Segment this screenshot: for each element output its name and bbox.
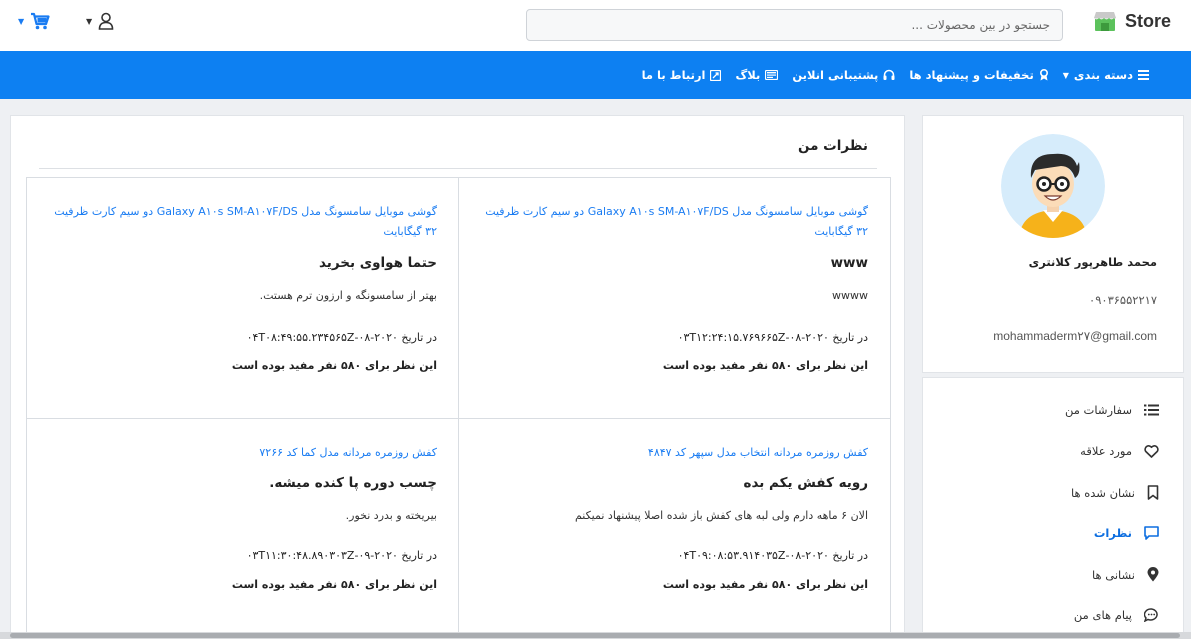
nav-item-contact[interactable]: ارتباط با ما [642, 68, 722, 82]
reviews-panel: نظرات من گوشی موبایل سامسونگ مدل Galaxy … [10, 115, 905, 639]
review-product-link[interactable]: کفش روزمره مردانه مدل کما کد ۷۲۶۶ [47, 443, 437, 463]
nav-item-label: ارتباط با ما [641, 68, 706, 82]
comment-icon [1144, 526, 1159, 540]
reviews-grid: گوشی موبایل سامسونگ مدل Galaxy A۱۰s SM-A… [26, 177, 891, 639]
sidebar-item-bookmarks[interactable]: نشان شده ها [1071, 485, 1159, 500]
cart-button[interactable]: ▼ [18, 12, 50, 30]
profile-phone: ۰۹۰۳۶۵۵۲۲۱۷ [1089, 293, 1157, 307]
review-date: در تاریخ ۲۰۲۰-۰۸-۰۴T۰۹:۰۸:۵۳.۹۱۴۰۳۵Z [677, 549, 868, 562]
review-product-link[interactable]: گوشی موبایل سامسونگ مدل Galaxy A۱۰s SM-A… [478, 202, 868, 242]
divider [39, 168, 877, 169]
review-card: گوشی موبایل سامسونگ مدل Galaxy A۱۰s SM-A… [458, 178, 890, 419]
main-navbar: دسته بندی ▼ تخفیفات و پیشنهاد ها پشتیبان… [0, 51, 1191, 99]
sidebar-item-favorites[interactable]: مورد علاقه [1080, 444, 1159, 458]
top-header: Store ▼ ▼ [0, 0, 1191, 51]
logo-text: Store [1124, 10, 1171, 31]
nav-item-discounts[interactable]: تخفیفات و پیشنهاد ها [909, 68, 1048, 82]
award-icon [1039, 69, 1048, 81]
store-logo[interactable]: Store [1093, 10, 1171, 32]
contact-card-icon [710, 69, 722, 81]
horizontal-scrollbar[interactable] [0, 632, 1191, 639]
sidebar-item-label: مورد علاقه [1080, 444, 1132, 458]
review-title: رویه کفش یکم بده [743, 475, 868, 491]
caret-down-icon: ▼ [86, 16, 93, 26]
scrollbar-thumb[interactable] [10, 633, 1180, 638]
search-input[interactable] [526, 9, 1063, 41]
nav-item-support[interactable]: پشتیبانی انلاین [792, 68, 895, 82]
review-body: wwww [832, 289, 868, 302]
user-menu-button[interactable]: ▼ [86, 12, 114, 30]
profile-card: محمد طاهرپور کلانتری ۰۹۰۳۶۵۵۲۲۱۷ mohamma… [922, 115, 1184, 373]
nav-item-categories[interactable]: دسته بندی ▼ [1063, 68, 1149, 82]
review-product-link[interactable]: کفش روزمره مردانه انتخاب مدل سپهر کد ۴۸۴… [478, 443, 868, 463]
account-menu: سفارشات من مورد علاقه نشان شده ها نظرات … [922, 377, 1184, 639]
caret-down-icon: ▼ [1062, 70, 1069, 80]
nav-item-label: بلاگ [735, 68, 761, 82]
sidebar-item-addresses[interactable]: نشانی ها [1092, 567, 1159, 582]
review-helpful-count: این نظر برای ۵۸۰ نفر مفید بوده است [231, 578, 437, 591]
review-card: کفش روزمره مردانه انتخاب مدل سپهر کد ۴۸۴… [458, 419, 890, 639]
review-date: در تاریخ ۲۰۲۰-۰۹-۰۳T۱۱:۳۰:۴۸.۸۹۰۳۰۳Z [246, 549, 437, 562]
review-title: چسب دوره پا کنده میشه. [269, 475, 437, 491]
caret-down-icon: ▼ [18, 16, 25, 26]
review-card: کفش روزمره مردانه مدل کما کد ۷۲۶۶ چسب دو… [27, 419, 459, 639]
review-card: گوشی موبایل سامسونگ مدل Galaxy A۱۰s SM-A… [27, 178, 459, 419]
review-helpful-count: این نظر برای ۵۸۰ نفر مفید بوده است [662, 578, 868, 591]
sidebar-item-label: نشان شده ها [1071, 485, 1135, 500]
sidebar-item-reviews[interactable]: نظرات [1094, 526, 1159, 540]
store-icon [1093, 12, 1116, 31]
page-title: نظرات من [797, 138, 868, 154]
review-body: بیریخته و بدرد نخور. [345, 509, 437, 522]
review-date: در تاریخ ۲۰۲۰-۰۸-۰۳T۱۲:۲۴:۱۵.۷۶۹۶۶۵Z [677, 331, 868, 344]
cart-icon [31, 12, 50, 30]
nav-item-label: تخفیفات و پیشنهاد ها [909, 68, 1034, 82]
newspaper-icon [765, 70, 779, 80]
heart-icon [1144, 444, 1159, 458]
bookmark-icon [1147, 485, 1159, 500]
menu-bars-icon [1138, 70, 1149, 80]
profile-name: محمد طاهرپور کلانتری [1028, 255, 1157, 269]
list-icon [1144, 404, 1159, 416]
review-body: بهتر از سامسونگه و ارزون ترم هستت. [259, 289, 437, 302]
nav-item-label: دسته بندی [1073, 68, 1133, 82]
user-icon [98, 12, 114, 30]
avatar[interactable] [1001, 134, 1105, 238]
review-date: در تاریخ ۲۰۲۰-۰۸-۰۴T۰۸:۴۹:۵۵.۲۳۴۵۶۵Z [246, 331, 437, 344]
sidebar-item-label: پیام های من [1073, 608, 1132, 622]
headset-icon [883, 69, 895, 80]
review-product-link[interactable]: گوشی موبایل سامسونگ مدل Galaxy A۱۰s SM-A… [47, 202, 437, 242]
sidebar-item-label: سفارشات من [1064, 403, 1132, 417]
review-title: www [830, 255, 868, 271]
nav-item-label: پشتیبانی انلاین [792, 68, 879, 82]
review-body: الان ۶ ماهه دارم ولی لبه های کفش باز شده… [574, 509, 868, 522]
sidebar-item-label: نظرات [1093, 526, 1132, 540]
review-title: حتما هواوی بخرید [318, 255, 437, 271]
review-helpful-count: این نظر برای ۵۸۰ نفر مفید بوده است [231, 359, 437, 372]
location-pin-icon [1147, 567, 1159, 582]
sidebar-item-orders[interactable]: سفارشات من [1065, 403, 1159, 417]
profile-email: mohammaderm۲۷@gmail.com [993, 329, 1157, 343]
message-icon [1144, 608, 1158, 622]
review-helpful-count: این نظر برای ۵۸۰ نفر مفید بوده است [662, 359, 868, 372]
nav-item-blog[interactable]: بلاگ [735, 68, 779, 82]
sidebar-item-messages[interactable]: پیام های من [1074, 608, 1159, 622]
sidebar-item-label: نشانی ها [1092, 567, 1135, 582]
